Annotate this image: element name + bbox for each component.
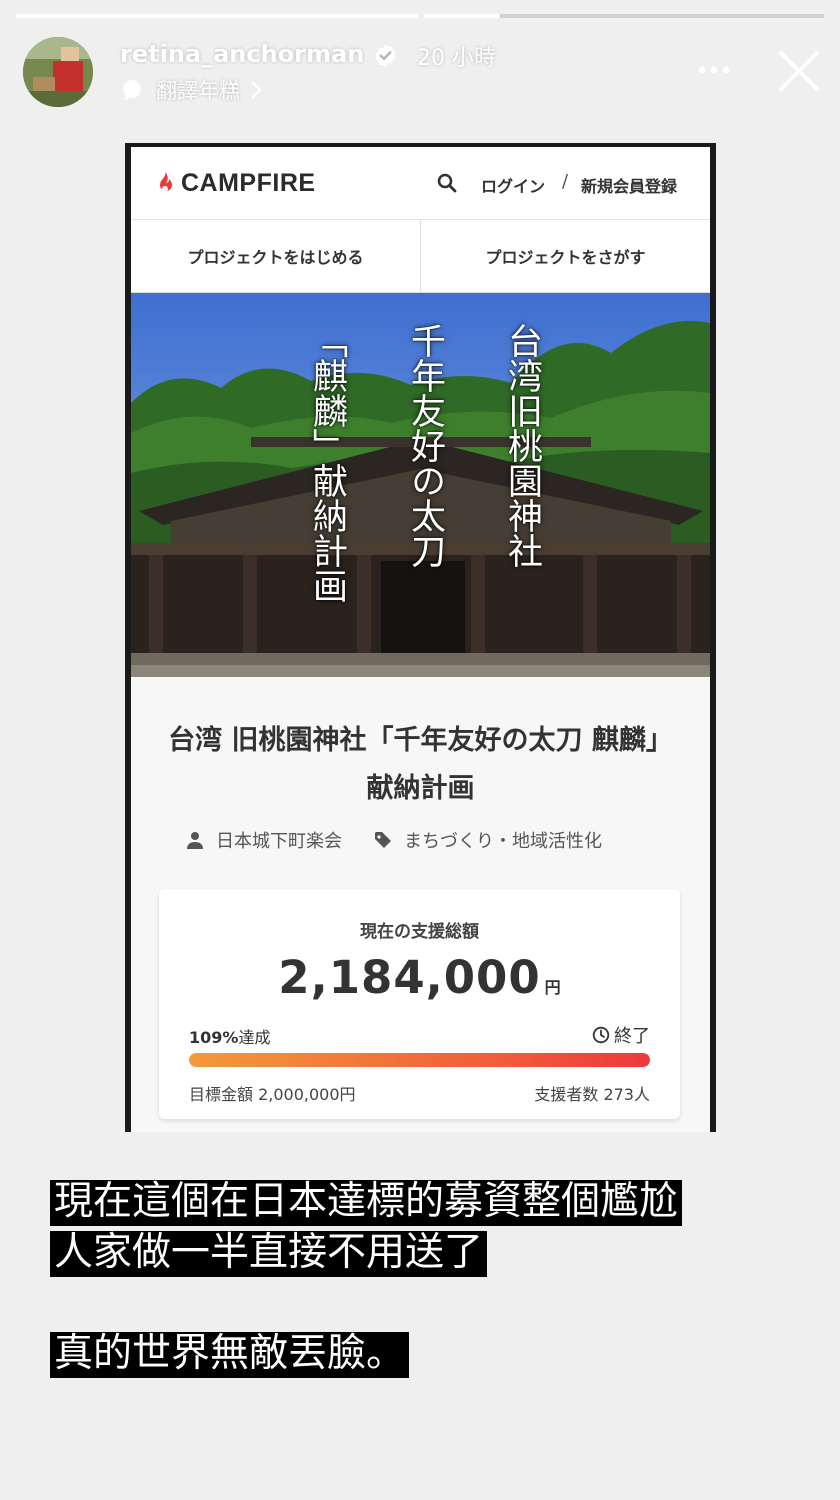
project-category[interactable]: まちづくり・地域活性化 [404, 827, 602, 853]
tag-icon [375, 832, 391, 848]
post-time: 20 小時 [417, 46, 496, 71]
nav-separator: / [562, 171, 569, 192]
funding-card: 現在の支援総額 2,184,000 円 109%達成 終了 目標金額 2,000,… [159, 889, 680, 1119]
caption-line-2: 人家做一半直接不用送了 [50, 1231, 488, 1277]
search-icon[interactable] [437, 173, 457, 193]
clock-icon [592, 1026, 610, 1044]
hero-image: 台湾旧桃園神社 千年友好の太刀 「麒麟」献納計画 [131, 293, 710, 677]
close-icon[interactable] [776, 48, 822, 94]
funding-amount: 2,184,000 [278, 951, 541, 1004]
caption-line-1: 現在這個在日本達標的募資整個尷尬 [50, 1180, 683, 1226]
funding-progress-fill [189, 1053, 650, 1067]
achievement-percent: 109% [189, 1028, 239, 1047]
funding-label: 現在の支援総額 [360, 922, 479, 942]
avatar[interactable] [23, 37, 93, 107]
hero-title-line-3: 「麒麟」献納計画 [307, 323, 347, 603]
signup-link[interactable]: 新規会員登録 [581, 173, 677, 197]
story-progress-segment-2 [424, 14, 824, 18]
user-icon [187, 832, 203, 849]
project-meta: 日本城下町楽会 まちづくり・地域活性化 [186, 827, 602, 853]
status-row: 終了 [592, 1022, 650, 1048]
campfire-tabs: プロジェクトをはじめる プロジェクトをさがす [131, 220, 710, 293]
project-title: 台湾 旧桃園神社「千年友好の太刀 麒麟」献納計画 [168, 725, 673, 804]
translate-label: 翻譯年糕 [156, 79, 240, 103]
story-progress-fill-1 [16, 14, 418, 18]
story-progress-segment-1 [16, 14, 418, 18]
project-owner[interactable]: 日本城下町楽会 [216, 827, 342, 853]
goal-amount: 目標金額 2,000,000円 [189, 1085, 356, 1104]
backer-count: 支援者数 273人 [534, 1085, 650, 1104]
chevron-right-icon [251, 81, 262, 99]
achievement-suffix: 達成 [238, 1028, 271, 1047]
avatar-image [23, 37, 93, 107]
campaign-status: 終了 [614, 1026, 650, 1047]
campfire-flame-icon [160, 171, 172, 192]
funding-currency: 円 [544, 978, 561, 997]
achievement-rate: 109%達成 [189, 1024, 270, 1048]
more-icon[interactable] [694, 58, 734, 82]
funding-amount-row: 2,184,000 円 [159, 951, 680, 1004]
login-link[interactable]: ログイン [481, 173, 545, 197]
story-progress-fill-2 [424, 14, 500, 18]
campfire-header: CAMPFIRE ログイン / 新規会員登録 [131, 147, 710, 220]
shared-screenshot: CAMPFIRE ログイン / 新規会員登録 プロジェクトをはじめる プロジェク… [125, 143, 716, 1132]
verified-icon [375, 44, 396, 67]
funding-progress-bar [189, 1053, 650, 1067]
caption-line-3: 真的世界無敵丟臉。 [50, 1332, 410, 1378]
translate-icon [123, 80, 141, 100]
tab-find-project[interactable]: プロジェクトをさがす [421, 220, 710, 292]
translate-row[interactable]: 翻譯年糕 [120, 75, 264, 105]
hero-title-line-1: 台湾旧桃園神社 [502, 323, 542, 568]
username[interactable]: retina_anchorman [120, 40, 364, 68]
campfire-page: CAMPFIRE ログイン / 新規会員登録 プロジェクトをはじめる プロジェク… [131, 147, 710, 1132]
campfire-logo-text: CAMPFIRE [181, 169, 316, 197]
tab-start-project[interactable]: プロジェクトをはじめる [131, 220, 421, 292]
hero-title-line-2: 千年友好の太刀 [405, 323, 445, 568]
campfire-logo[interactable]: CAMPFIRE [153, 169, 316, 198]
